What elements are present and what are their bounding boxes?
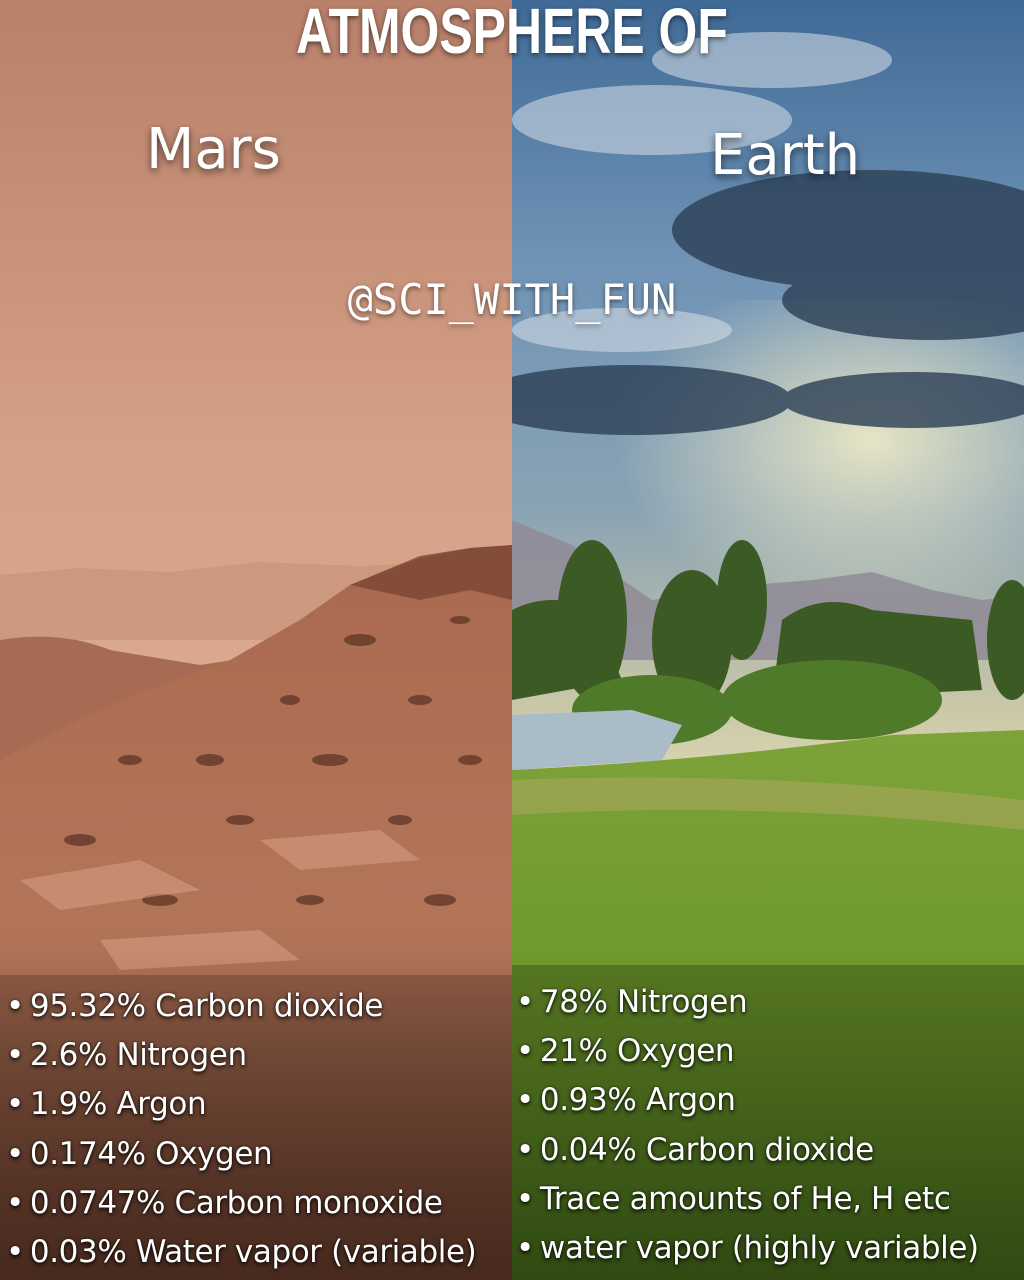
earth-label: Earth [710, 123, 861, 188]
list-item: 78% Nitrogen [516, 978, 979, 1027]
list-item: 0.04% Carbon dioxide [516, 1126, 979, 1175]
mars-label: Mars [146, 117, 281, 182]
page-title: ATMOSPHERE OF [296, 0, 728, 67]
watermark-handle: @SCI_WITH_FUN [347, 275, 677, 324]
list-item: 95.32% Carbon dioxide [6, 982, 476, 1031]
list-item: 21% Oxygen [516, 1027, 979, 1076]
list-item: Trace amounts of He, H etc [516, 1175, 979, 1224]
list-item: 0.03% Water vapor (variable) [6, 1228, 477, 1277]
list-item: 0.0747% Carbon monoxide [6, 1179, 476, 1228]
list-item: 2.6% Nitrogen [6, 1031, 476, 1080]
list-item: 1.9% Argon [6, 1080, 476, 1129]
list-item: water vapor (highly variable) [516, 1224, 979, 1273]
mars-composition-list: 95.32% Carbon dioxide 2.6% Nitrogen 1.9%… [6, 982, 477, 1277]
list-item: 0.174% Oxygen [6, 1130, 476, 1179]
earth-composition-list: 78% Nitrogen 21% Oxygen 0.93% Argon 0.04… [516, 978, 979, 1273]
list-item: 0.93% Argon [516, 1076, 979, 1125]
